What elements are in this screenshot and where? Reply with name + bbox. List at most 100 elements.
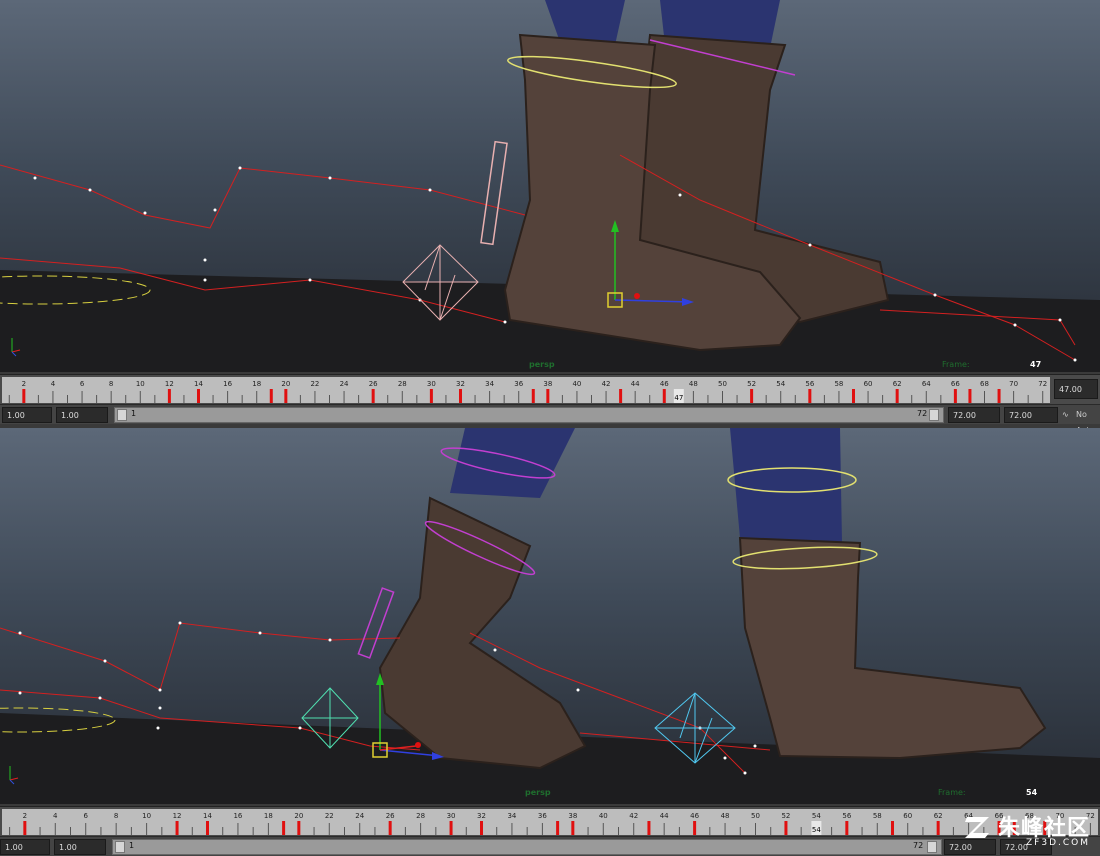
frame-tick-label: 64 [922,380,931,388]
time-slider-top[interactable]: 2 4 6 8 10 12 14 16 18 20 22 24 26 28 30 32 34 36 38 40 42 44… [0,374,1100,404]
keyframe-tick[interactable] [175,821,179,835]
frame-tick-label: 20 [294,812,303,820]
keyframe-tick[interactable] [750,389,754,403]
keyframe-tick[interactable] [206,821,209,835]
keyframe-tick[interactable] [895,389,899,403]
frame-tick-label: 26 [386,812,395,820]
keyframe-tick[interactable] [891,821,894,835]
frame-tick-label: 28 [416,812,425,820]
character-set-icon[interactable]: ∿ [1062,407,1069,423]
range-end-label: 72 [913,841,924,850]
frame-tick-label: 48 [689,380,698,388]
keyframe-tick[interactable] [546,389,550,403]
frame-tick-label: 38 [568,812,577,820]
frame-tick-label: 4 [51,380,56,388]
frame-tick-label: 46 [660,380,669,388]
frame-tick-label: 50 [751,812,760,820]
frame-tick-label: 36 [538,812,547,820]
move-manip-x-handle[interactable] [415,742,421,748]
range-start-handle[interactable] [117,409,127,421]
frame-tick-label: 30 [427,380,436,388]
frame-tick-label: 42 [602,380,611,388]
frame-label: Frame: [942,360,970,369]
keyframe-tick[interactable] [662,389,666,403]
playback-start-field[interactable]: 1.00 [54,839,106,855]
frame-tick-label: 6 [83,812,88,820]
keyframe-tick[interactable] [449,821,453,835]
range-slider-bar[interactable]: 1 72 [114,407,944,423]
frame-tick-label: 2 [23,812,27,820]
camera-name-label: persp [525,788,551,797]
frame-tick-label: 20 [281,380,290,388]
keyframe-tick[interactable] [531,389,535,403]
frame-tick-label: 16 [233,812,242,820]
frame-tick-label: 4 [53,812,58,820]
keyframe-tick[interactable] [22,389,26,403]
frame-tick-label: 46 [690,812,699,820]
frame-tick-label: 14 [194,380,203,388]
keyframe-tick[interactable] [388,821,392,835]
frame-tick-label: 72 [1038,380,1047,388]
frame-tick-label: 50 [718,380,727,388]
keyframe-tick[interactable] [968,389,972,403]
keyframe-tick[interactable] [571,821,575,835]
keyframe-tick[interactable] [693,821,697,835]
scene-render-top [0,0,1100,372]
frame-tick-label: 54 [812,812,821,820]
pant-leg-left [450,428,575,498]
range-end-handle[interactable] [929,409,939,421]
keyframe-tick[interactable] [269,389,273,403]
move-manip-x-handle[interactable] [634,293,640,299]
perspective-viewport-top[interactable]: persp Frame: 47 [0,0,1100,372]
perspective-viewport-bottom[interactable]: persp Frame: 54 [0,428,1100,804]
keyframe-tick[interactable] [808,389,812,403]
animation-start-field[interactable]: 1.00 [0,839,50,855]
frame-tick-label: 62 [893,380,902,388]
heel-roll-control[interactable] [480,140,508,246]
keyframe-tick[interactable] [852,389,855,403]
time-slider-track[interactable]: 2 4 6 8 10 12 14 16 18 20 22 24 26 28 30 32 34 36 38 40 42 44… [2,377,1050,403]
keyframe-tick[interactable] [845,821,849,835]
keyframe-tick[interactable] [480,821,483,835]
frame-tick-label: 60 [864,380,873,388]
playback-end-field[interactable]: 72.00 [948,407,1000,423]
frame-tick-label: 42 [629,812,638,820]
keyframe-tick[interactable] [429,389,433,403]
frame-tick-label: 60 [903,812,912,820]
keyframe-tick[interactable] [23,821,27,835]
animation-end-field[interactable]: 72.00 [1004,407,1058,423]
time-slider-bottom[interactable]: 2 4 6 8 10 12 14 16 18 20 22 24 26 28 30 32 34 36 38 40 42 44… [0,806,1100,836]
keyframe-tick[interactable] [647,821,651,835]
frame-tick-label: 2 [22,380,26,388]
keyframe-tick[interactable] [167,389,171,403]
heel-roll-control[interactable] [357,587,395,659]
keyframe-tick[interactable] [619,389,623,403]
current-time-field[interactable]: 47.00 [1054,379,1098,399]
frame-tick-label: 32 [456,380,465,388]
frame-tick-label: 44 [631,380,640,388]
frame-tick-label: 14 [203,812,212,820]
animation-start-field[interactable]: 1.00 [2,407,52,423]
keyframe-tick[interactable] [371,389,375,403]
keyframe-tick[interactable] [197,389,200,403]
keyframe-tick[interactable] [282,821,286,835]
frame-tick-label: 22 [310,380,319,388]
frame-number: 47 [1030,360,1042,369]
time-slider-track[interactable]: 2 4 6 8 10 12 14 16 18 20 22 24 26 28 30 32 34 36 38 40 42 44… [2,809,1098,835]
keyframe-tick[interactable] [556,821,560,835]
frame-tick-label: 58 [834,380,843,388]
keyframe-tick[interactable] [297,821,301,835]
range-slider-bar[interactable]: 1 72 [112,839,942,855]
time-slider-ticks: 2 4 6 8 10 12 14 16 18 20 22 24 26 28 30 32 34 36 38 40 42 44… [9,812,1095,835]
playback-start-field[interactable]: 1.00 [56,407,108,423]
frame-tick-label: 16 [223,380,232,388]
keyframe-tick[interactable] [997,389,1001,403]
range-end-handle[interactable] [927,841,937,853]
keyframe-tick[interactable] [284,389,288,403]
current-time-marker-label: 47 [674,394,683,402]
keyframe-tick[interactable] [784,821,788,835]
keyframe-tick[interactable] [936,821,940,835]
keyframe-tick[interactable] [953,389,957,403]
keyframe-tick[interactable] [459,389,462,403]
range-start-handle[interactable] [115,841,125,853]
